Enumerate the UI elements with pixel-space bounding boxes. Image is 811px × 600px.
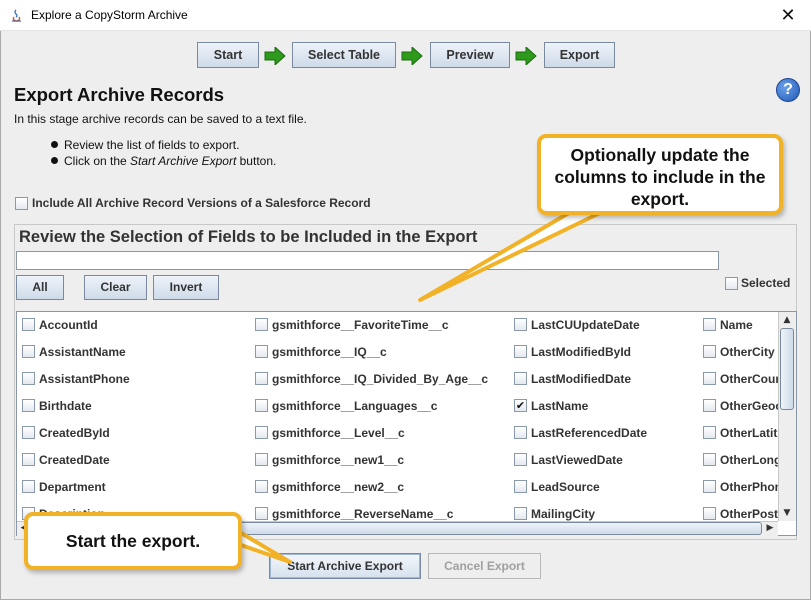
field-checkbox[interactable] bbox=[703, 507, 716, 520]
field-checkbox[interactable] bbox=[514, 507, 527, 520]
field-label: Name bbox=[720, 318, 753, 332]
field-checkbox[interactable] bbox=[22, 426, 35, 439]
field-checkbox[interactable] bbox=[703, 480, 716, 493]
field-checkbox[interactable] bbox=[703, 426, 716, 439]
field-label: gsmithforce__IQ__c bbox=[272, 345, 387, 359]
field-checkbox[interactable] bbox=[703, 345, 716, 358]
field-label: LastModifiedById bbox=[531, 345, 632, 359]
field-filter-input[interactable] bbox=[16, 251, 719, 270]
field-checkbox[interactable] bbox=[514, 345, 527, 358]
fields-list: AccountId AssistantName AssistantPhone Birt… bbox=[16, 311, 797, 536]
field-checkbox[interactable] bbox=[514, 480, 527, 493]
help-icon[interactable]: ? bbox=[776, 78, 800, 102]
field-label: gsmithforce__Languages__c bbox=[272, 399, 438, 413]
callout-start-export: Start the export. bbox=[24, 512, 242, 570]
cancel-export-button[interactable]: Cancel Export bbox=[428, 553, 541, 579]
field-checkbox[interactable] bbox=[703, 318, 716, 331]
field-checkbox[interactable] bbox=[514, 318, 527, 331]
field-label: LastViewedDate bbox=[531, 453, 623, 467]
field-checkbox[interactable] bbox=[255, 372, 268, 385]
scroll-right-icon[interactable]: ▶ bbox=[763, 522, 777, 535]
field-label: OtherCity bbox=[720, 345, 775, 359]
step-arrow-icon bbox=[515, 47, 537, 65]
show-selected-label: Selected bbox=[741, 276, 791, 290]
field-checkbox[interactable] bbox=[255, 453, 268, 466]
step-select-table-button[interactable]: Select Table bbox=[292, 42, 396, 68]
step-arrow-icon bbox=[401, 47, 423, 65]
field-checkbox[interactable] bbox=[514, 453, 527, 466]
field-checkbox[interactable] bbox=[255, 345, 268, 358]
show-selected-checkbox[interactable] bbox=[725, 277, 738, 290]
field-checkbox[interactable] bbox=[703, 453, 716, 466]
field-checkbox[interactable] bbox=[255, 507, 268, 520]
field-checkbox[interactable] bbox=[255, 318, 268, 331]
field-checkbox[interactable] bbox=[514, 426, 527, 439]
window-title: Explore a CopyStorm Archive bbox=[31, 8, 188, 22]
scroll-down-icon[interactable]: ▼ bbox=[780, 506, 794, 520]
field-label: AccountId bbox=[39, 318, 98, 332]
field-label: LastModifiedDate bbox=[531, 372, 632, 386]
field-checkbox[interactable] bbox=[514, 399, 527, 412]
field-checkbox[interactable] bbox=[255, 399, 268, 412]
field-checkbox[interactable] bbox=[703, 372, 716, 385]
field-label: gsmithforce__IQ_Divided_By_Age__c bbox=[272, 372, 489, 386]
intro-text: In this stage archive records can be sav… bbox=[14, 112, 307, 126]
field-checkbox[interactable] bbox=[22, 399, 35, 412]
clear-button[interactable]: Clear bbox=[84, 275, 147, 300]
select-all-button[interactable]: All bbox=[16, 275, 64, 300]
field-label: gsmithforce__ReverseName__c bbox=[272, 507, 454, 521]
step-arrow-icon bbox=[264, 47, 286, 65]
field-label: AssistantPhone bbox=[39, 372, 130, 386]
field-checkbox[interactable] bbox=[22, 318, 35, 331]
field-label: gsmithforce__Level__c bbox=[272, 426, 405, 440]
field-checkbox[interactable] bbox=[255, 426, 268, 439]
java-app-icon bbox=[12, 9, 21, 22]
field-label: Birthdate bbox=[39, 399, 92, 413]
callout-update-columns: Optionally update the columns to include… bbox=[537, 134, 783, 215]
field-checkbox[interactable] bbox=[22, 480, 35, 493]
include-all-versions-checkbox[interactable] bbox=[15, 197, 28, 210]
field-label: gsmithforce__new1__c bbox=[272, 453, 405, 467]
field-label: AssistantName bbox=[39, 345, 126, 359]
step-preview-button[interactable]: Preview bbox=[430, 42, 510, 68]
field-checkbox[interactable] bbox=[703, 399, 716, 412]
window-close-button[interactable]: ✕ bbox=[765, 0, 811, 31]
page-title: Export Archive Records bbox=[14, 84, 225, 105]
field-label: Department bbox=[39, 480, 106, 494]
field-label: LeadSource bbox=[531, 480, 600, 494]
invert-button[interactable]: Invert bbox=[153, 275, 219, 300]
field-checkbox[interactable] bbox=[255, 480, 268, 493]
step-start-button[interactable]: Start bbox=[197, 42, 259, 68]
field-label: LastCUUpdateDate bbox=[531, 318, 640, 332]
bullet-review: Review the list of fields to export. bbox=[51, 138, 239, 152]
field-label: LastName bbox=[531, 399, 589, 413]
field-label: CreatedById bbox=[39, 426, 110, 440]
field-label: LastReferencedDate bbox=[531, 426, 648, 440]
field-checkbox[interactable] bbox=[514, 372, 527, 385]
field-label: gsmithforce__FavoriteTime__c bbox=[272, 318, 449, 332]
review-fields-title: Review the Selection of Fields to be Inc… bbox=[19, 228, 478, 246]
bullet-click-start: Click on the Start Archive Export button… bbox=[51, 154, 276, 168]
field-label: CreatedDate bbox=[39, 453, 110, 467]
field-checkbox[interactable] bbox=[22, 453, 35, 466]
field-label: gsmithforce__new2__c bbox=[272, 480, 405, 494]
scroll-up-icon[interactable]: ▲ bbox=[780, 313, 794, 327]
vertical-scroll-thumb[interactable] bbox=[780, 328, 794, 410]
field-label: MailingCity bbox=[531, 507, 596, 521]
start-archive-export-button[interactable]: Start Archive Export bbox=[269, 553, 421, 579]
field-checkbox[interactable] bbox=[22, 345, 35, 358]
field-checkbox[interactable] bbox=[22, 372, 35, 385]
include-all-versions-label: Include All Archive Record Versions of a… bbox=[32, 196, 371, 210]
step-export-button[interactable]: Export bbox=[544, 42, 615, 68]
